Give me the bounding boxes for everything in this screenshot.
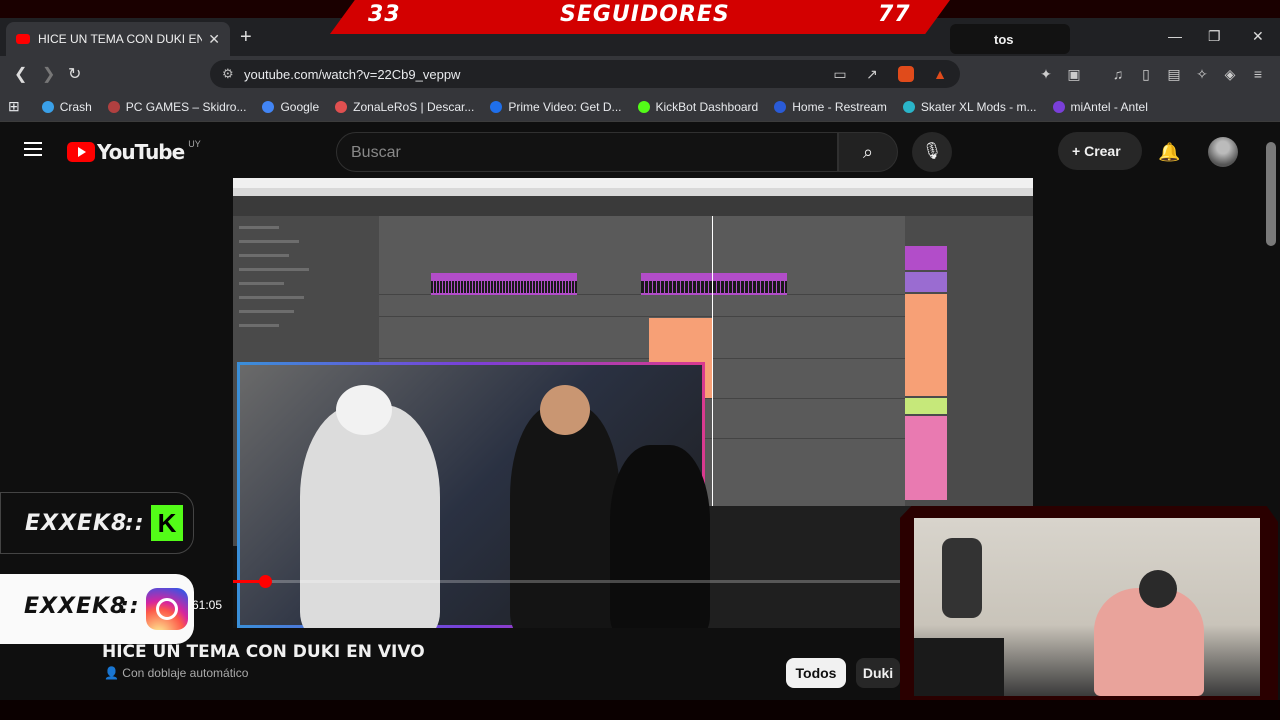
apps-grid-icon[interactable]: ⊞ <box>8 98 20 115</box>
bookmark-favicon-icon <box>637 100 650 113</box>
stream-overlay-bottom <box>0 700 1280 720</box>
bookmarks-bar: ⊞ Crash PC GAMES – Skidro... Google Zona… <box>0 92 1280 122</box>
minimize-icon[interactable]: — <box>1168 28 1182 44</box>
follower-count-left: 33 <box>368 2 401 27</box>
audio-clip <box>641 273 787 295</box>
voice-search-button[interactable]: 🎙 <box>912 132 952 172</box>
brave-shield-icon[interactable] <box>898 66 914 82</box>
hamburger-menu-icon[interactable] <box>24 142 42 156</box>
bookmark-favicon-icon <box>107 100 120 113</box>
webcam-feed <box>914 518 1260 696</box>
playhead <box>712 216 713 506</box>
bookmark-item[interactable]: miAntel - Antel <box>1052 100 1148 114</box>
bookmark-item[interactable]: KickBot Dashboard <box>637 100 758 114</box>
ai-icon[interactable]: ✧ <box>1194 66 1210 82</box>
streamer-webcam <box>900 506 1278 704</box>
instagram-widget: EXXEK8 :: <box>0 574 194 644</box>
search-icon: ⌕ <box>862 142 874 162</box>
forward-icon[interactable]: ❯ <box>42 64 55 84</box>
bookmark-favicon-icon <box>41 100 54 113</box>
search-input[interactable]: Buscar <box>336 132 838 172</box>
bookmark-item[interactable]: Crash <box>41 100 92 114</box>
browser-tab[interactable]: HICE UN TEMA CON DUKI EN VIVO ✕ <box>6 22 230 56</box>
sidebar-icon[interactable]: ▯ <box>1138 66 1154 82</box>
chip-duki[interactable]: Duki <box>856 658 900 688</box>
chip-all[interactable]: Todos <box>786 658 846 688</box>
progress-scrubber[interactable] <box>259 575 272 588</box>
youtube-header: YouTube UY Buscar ⌕ 🎙 + Crear 🔔 <box>0 124 1280 180</box>
search-button[interactable]: ⌕ <box>838 132 898 172</box>
audio-clip <box>431 273 577 295</box>
vpn-icon[interactable]: ◈ <box>1222 66 1238 82</box>
bookmark-item[interactable]: Prime Video: Get D... <box>490 100 622 114</box>
youtube-favicon-icon <box>16 34 30 44</box>
youtube-logo[interactable]: YouTube UY <box>67 139 201 164</box>
screenshot-icon[interactable]: ▣ <box>1066 66 1082 82</box>
bookmark-item[interactable]: Google <box>262 100 319 114</box>
kick-logo-icon: K <box>151 505 183 541</box>
bookmark-item[interactable]: Skater XL Mods - m... <box>902 100 1037 114</box>
page-scrollbar[interactable] <box>1266 142 1276 246</box>
site-info-icon[interactable]: ⚙ <box>222 66 234 82</box>
kick-separator: :: <box>125 511 145 536</box>
embedded-facecam <box>237 362 710 628</box>
youtube-play-icon <box>67 142 95 162</box>
video-time: 61:05 <box>192 598 223 612</box>
cast-icon[interactable]: ▭ <box>832 66 848 82</box>
reload-icon[interactable]: ↻ <box>68 64 81 84</box>
menu-icon[interactable]: ≡ <box>1250 66 1266 82</box>
bookmark-favicon-icon <box>902 100 915 113</box>
ableton-titlebar <box>233 178 1033 188</box>
dub-label: 👤 Con doblaje automático <box>104 666 249 680</box>
create-label: Crear <box>1084 143 1121 159</box>
close-tab-icon[interactable]: ✕ <box>208 31 220 48</box>
new-tab-button[interactable]: + <box>240 26 252 49</box>
notifications-bell-icon[interactable]: 🔔 <box>1158 142 1180 163</box>
ableton-menu <box>233 188 1033 196</box>
bookmark-item[interactable]: PC GAMES – Skidro... <box>107 100 246 114</box>
video-title: HICE UN TEMA CON DUKI EN VIVO <box>102 642 425 662</box>
mic-icon: 🎙 <box>921 143 943 160</box>
bookmark-item[interactable]: Home - Restream <box>774 100 887 114</box>
kick-widget: EXXEK8 :: K <box>0 492 194 554</box>
bookmark-favicon-icon <box>1052 100 1065 113</box>
close-window-icon[interactable]: ✕ <box>1252 28 1264 45</box>
ableton-mixer <box>905 216 1033 506</box>
region-code: UY <box>188 139 201 149</box>
ableton-toolbar <box>233 196 1033 216</box>
bookmark-favicon-icon <box>335 100 348 113</box>
dub-icon: 👤 <box>104 666 123 680</box>
bookmark-favicon-icon <box>262 100 275 113</box>
back-icon[interactable]: ❮ <box>14 64 27 84</box>
address-bar-row: ❮ ❯ ↻ ⚙ youtube.com/watch?v=22Cb9_veppw … <box>0 56 1280 92</box>
instagram-separator: :: <box>120 594 140 619</box>
avatar[interactable] <box>1208 137 1238 167</box>
url-text: youtube.com/watch?v=22Cb9_veppw <box>244 66 461 82</box>
music-icon[interactable]: ♫ <box>1110 66 1126 82</box>
create-button[interactable]: + Crear <box>1058 132 1142 170</box>
instagram-logo-icon <box>146 588 188 630</box>
follower-label: SEGUIDORES <box>560 2 730 27</box>
bookmark-item[interactable]: ZonaLeRoS | Descar... <box>335 100 474 114</box>
extensions-icon[interactable]: ✦ <box>1038 66 1054 82</box>
wallet-icon[interactable]: ▤ <box>1166 66 1182 82</box>
share-icon[interactable]: ↗ <box>864 66 880 82</box>
follower-count-right: 77 <box>878 2 911 27</box>
profile-chip[interactable]: tos <box>950 24 1070 54</box>
brave-rewards-icon[interactable]: ▲ <box>932 66 948 82</box>
bookmark-favicon-icon <box>774 100 787 113</box>
kick-username: EXXEK8 <box>25 511 128 536</box>
instagram-username: EXXEK8 <box>24 594 127 619</box>
restore-icon[interactable]: ❐ <box>1208 28 1221 45</box>
youtube-wordmark: YouTube <box>97 140 185 164</box>
tab-title: HICE UN TEMA CON DUKI EN VIVO <box>38 32 203 46</box>
bookmark-favicon-icon <box>490 100 503 113</box>
stream-overlay-top: 33 SEGUIDORES 77 <box>0 0 1280 34</box>
